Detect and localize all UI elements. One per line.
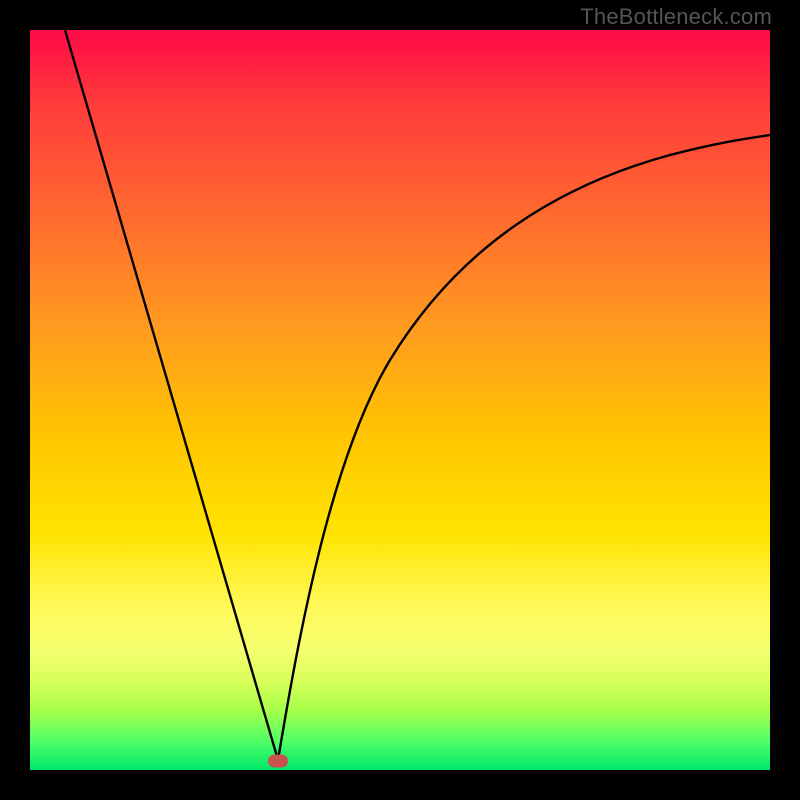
minimum-marker — [268, 755, 288, 768]
chart-frame: TheBottleneck.com — [0, 0, 800, 800]
watermark-text: TheBottleneck.com — [580, 4, 772, 30]
curve-left-branch — [65, 30, 278, 760]
plot-area — [30, 30, 770, 770]
curve-right-branch — [278, 135, 770, 760]
bottleneck-curve — [30, 30, 770, 770]
